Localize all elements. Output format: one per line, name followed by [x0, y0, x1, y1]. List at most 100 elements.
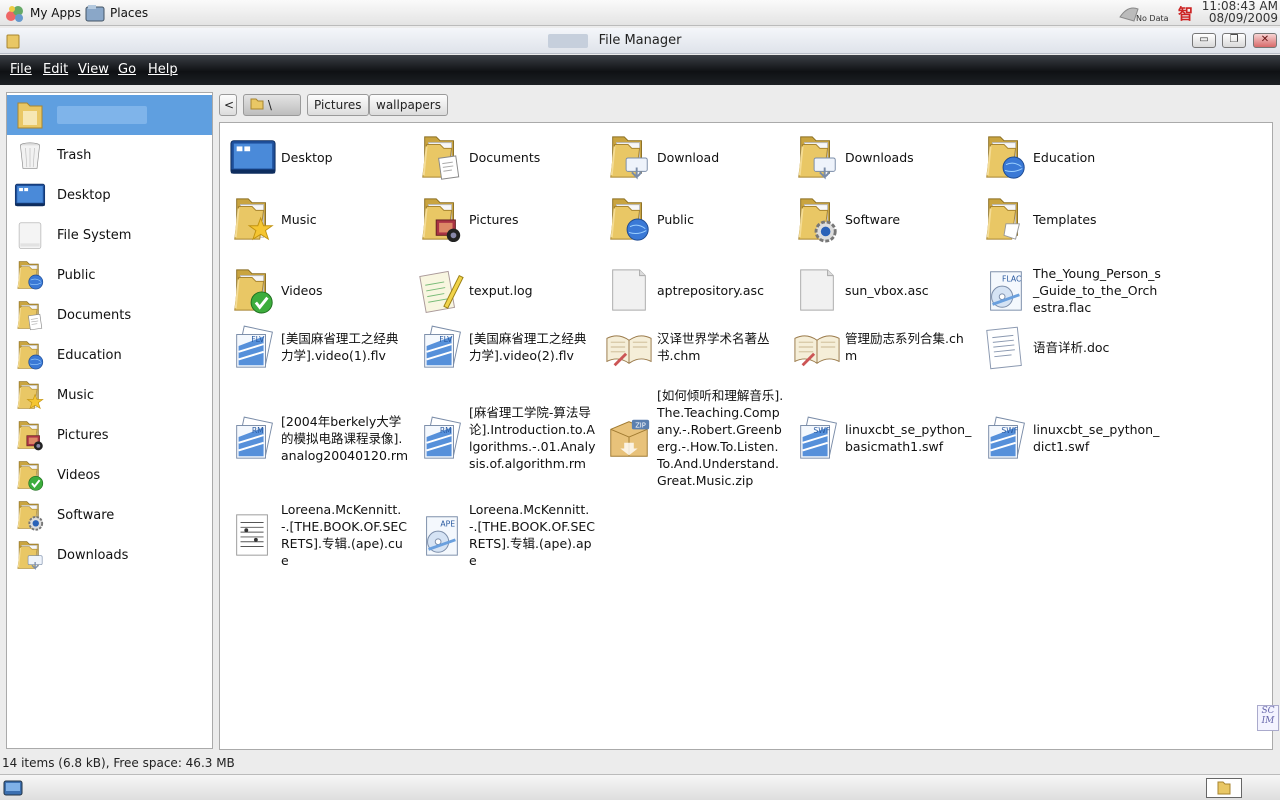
swf-video-icon: SWF [792, 413, 842, 463]
my-apps-button[interactable]: My Apps [4, 2, 81, 24]
taskbar-file-manager-button[interactable] [1206, 778, 1242, 798]
menu-view[interactable]: View [78, 62, 109, 77]
close-button[interactable]: ✕ [1253, 33, 1277, 48]
ape-audio-icon: APE [416, 510, 466, 560]
network-status-text: No Data [1136, 13, 1169, 23]
sidebar-item-videos[interactable]: Videos [7, 455, 212, 495]
path-home-label: \ [267, 98, 272, 112]
scim-indicator[interactable]: SC IM [1257, 705, 1279, 731]
file-item[interactable]: Desktop [228, 131, 414, 183]
file-name: Education [1033, 149, 1096, 165]
file-item[interactable]: Videos [228, 255, 414, 325]
my-apps-label: My Apps [30, 6, 81, 20]
file-item[interactable]: Documents [416, 131, 602, 183]
file-item[interactable]: FLAC The_Young_Person_s_Guide_to_the_Orch… [980, 255, 1166, 325]
file-item[interactable]: Downloads [792, 131, 978, 183]
bottom-panel [0, 774, 1280, 800]
file-item[interactable]: Templates [980, 193, 1166, 245]
file-item[interactable]: FLV [美国麻省理工之经典力学].video(1).flv [228, 317, 414, 377]
svg-text:FLAC: FLAC [1002, 274, 1021, 283]
sidebar-item-public[interactable]: Public [7, 255, 212, 295]
file-item[interactable]: 汉译世界学术名著丛书.chm [604, 317, 790, 377]
clock[interactable]: 11:08:43 AM 08/09/2009 [1186, 0, 1278, 24]
folder-software-icon [13, 498, 47, 532]
file-item[interactable]: ZIP [如何倾听和理解音乐].The.Teaching.Company.-.Ro… [604, 381, 790, 495]
sidebar-item-file-system[interactable]: File System [7, 215, 212, 255]
desktop-icon [13, 178, 47, 212]
sidebar-item-desktop[interactable]: Desktop [7, 175, 212, 215]
top-panel: My Apps Places No Data 智 11:08:43 AM 08/… [0, 0, 1280, 26]
svg-text:ZIP: ZIP [635, 421, 646, 429]
file-name: Music [281, 211, 317, 227]
menu-help[interactable]: Help [148, 62, 178, 77]
minimize-button[interactable]: ▭ [1192, 33, 1216, 48]
file-item[interactable]: sun_vbox.asc [792, 255, 978, 325]
file-item[interactable]: Loreena.McKennitt.-.[THE.BOOK.OF.SECRETS… [228, 502, 414, 568]
file-name: Loreena.McKennitt.-.[THE.BOOK.OF.SECRETS… [469, 502, 596, 568]
path-home-button[interactable]: \ [243, 94, 301, 116]
chm-book-icon [792, 322, 842, 372]
sidebar-item-documents[interactable]: Documents [7, 295, 212, 335]
sidebar-item-label: Downloads [57, 547, 129, 563]
file-name: texput.log [469, 282, 533, 298]
sidebar-item-trash[interactable]: Trash [7, 135, 212, 175]
folder-downloads-icon [604, 132, 654, 182]
menu-file[interactable]: File [10, 62, 32, 77]
sidebar-item-software[interactable]: Software [7, 495, 212, 535]
file-item[interactable]: SWF linuxcbt_se_python_basicmath1.swf [792, 381, 978, 495]
menu-edit[interactable]: Edit [43, 62, 68, 77]
file-item[interactable]: Public [604, 193, 790, 245]
menu-go[interactable]: Go [118, 62, 136, 77]
home-folder-icon [250, 98, 264, 110]
places-button[interactable]: Places [84, 2, 148, 24]
file-name: [美国麻省理工之经典力学].video(2).flv [469, 331, 587, 363]
file-name: The_Young_Person_s_Guide_to_the_Orchestr… [1033, 265, 1161, 315]
drive-icon [13, 218, 47, 252]
scim-label: SC IM [1261, 706, 1275, 726]
path-back-button[interactable]: < [219, 94, 237, 116]
file-item[interactable]: Music [228, 193, 414, 245]
file-item[interactable]: RM [2004年berkely大学的模拟电路课程录像].analog20040… [228, 381, 414, 495]
folder-globe-icon [13, 338, 47, 372]
maximize-button[interactable]: ❐ [1222, 33, 1246, 48]
desktop-icon [228, 132, 278, 182]
sidebar-item-pictures[interactable]: Pictures [7, 415, 212, 455]
file-name: Software [845, 211, 901, 227]
file-item[interactable]: Education [980, 131, 1166, 183]
file-icon-view[interactable]: Desktop Documents Download Downloads Edu… [219, 122, 1273, 750]
file-item[interactable]: 语音详析.doc [980, 317, 1166, 377]
menubar: File Edit View Go Help [0, 55, 1280, 85]
file-item[interactable]: SWF linuxcbt_se_python_dict1.swf [980, 381, 1166, 495]
window-titlebar[interactable]: File Manager ▭ ❐ ✕ [0, 28, 1280, 54]
path-crumb-pictures[interactable]: Pictures [307, 94, 369, 116]
file-item[interactable]: FLV [美国麻省理工之经典力学].video(2).flv [416, 317, 602, 377]
file-item[interactable]: 管理励志系列合集.chm [792, 317, 978, 377]
folder-downloads-icon [13, 538, 47, 572]
file-item[interactable]: aptrepository.asc [604, 255, 790, 325]
file-name: aptrepository.asc [657, 282, 764, 298]
file-item[interactable]: texput.log [416, 255, 602, 325]
chm-book-icon [604, 322, 654, 372]
path-crumb-wallpapers[interactable]: wallpapers [369, 94, 448, 116]
file-item[interactable]: RM [麻省理工学院-算法导论].Introduction.to.Algorit… [416, 381, 602, 495]
svg-text:FLV: FLV [439, 335, 453, 344]
sidebar-item-label: Trash [57, 147, 92, 163]
network-tray[interactable]: No Data [1118, 0, 1169, 26]
sidebar-item-downloads[interactable]: Downloads [7, 535, 212, 575]
svg-text:FLV: FLV [251, 335, 265, 344]
file-name: Templates [1033, 211, 1097, 227]
file-manager-icon [1217, 781, 1231, 795]
file-item[interactable]: Download [604, 131, 790, 183]
show-desktop-icon[interactable] [3, 780, 23, 796]
file-name: [2004年berkely大学的模拟电路课程录像].analog20040120… [281, 413, 408, 463]
sidebar-item-home[interactable] [7, 95, 212, 135]
sidebar-item-education[interactable]: Education [7, 335, 212, 375]
file-name: Public [657, 211, 694, 227]
file-item[interactable]: Pictures [416, 193, 602, 245]
file-name: Download [657, 149, 720, 165]
sidebar-item-music[interactable]: Music [7, 375, 212, 415]
file-item[interactable]: Software [792, 193, 978, 245]
file-item[interactable]: APE Loreena.McKennitt.-.[THE.BOOK.OF.SECR… [416, 502, 602, 568]
flv-video-icon: FLV [228, 322, 278, 372]
clock-date: 08/09/2009 [1208, 11, 1278, 25]
